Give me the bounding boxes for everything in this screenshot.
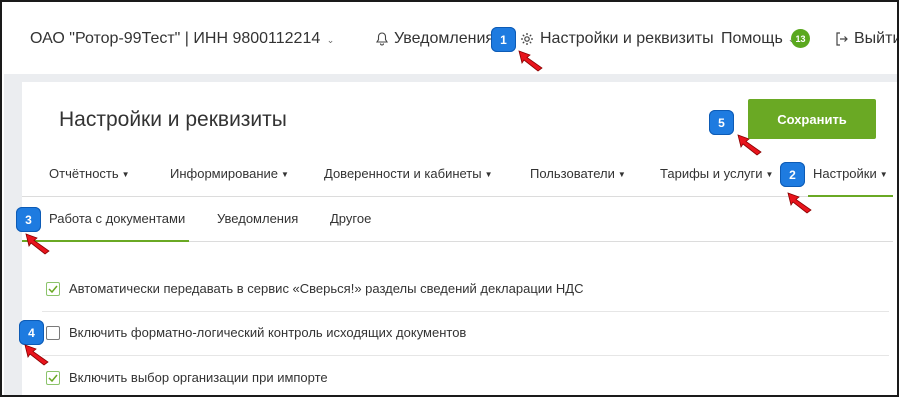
subtab-other[interactable]: Другое bbox=[330, 211, 371, 226]
active-tab-indicator bbox=[808, 195, 893, 197]
organization-label: ОАО "Ротор-99Тест" | ИНН 9800112214 bbox=[30, 30, 321, 47]
annotation-badge-2: 2 bbox=[780, 162, 805, 187]
save-button[interactable]: Сохранить bbox=[748, 99, 876, 139]
arrow-pointer-icon bbox=[787, 192, 812, 214]
chevron-down-icon: ⌄ bbox=[326, 35, 335, 45]
tab-informing[interactable]: Информирование ▼ bbox=[170, 166, 289, 181]
annotation-badge-5: 5 bbox=[709, 110, 734, 135]
tab-settings[interactable]: Настройки ▼ bbox=[813, 166, 888, 181]
tab-reporting[interactable]: Отчётность ▼ bbox=[49, 166, 130, 181]
notifications-menu[interactable]: Уведомления ⌄ bbox=[376, 30, 508, 48]
help-label: Помощь bbox=[721, 30, 783, 47]
arrow-pointer-icon bbox=[25, 233, 50, 255]
option-label: Включить выбор организации при импорте bbox=[69, 370, 328, 385]
subtab-documents[interactable]: Работа с документами bbox=[49, 211, 185, 226]
tab-powers-of-attorney[interactable]: Доверенности и кабинеты ▼ bbox=[324, 166, 493, 181]
window-frame: ОАО "Ротор-99Тест" | ИНН 9800112214 ⌄ Ув… bbox=[0, 0, 899, 397]
settings-link-label: Настройки и реквизиты bbox=[540, 30, 714, 47]
tab-label: Пользователи bbox=[530, 166, 615, 181]
tab-label: Отчётность bbox=[49, 166, 119, 181]
notifications-label: Уведомления bbox=[394, 30, 495, 47]
logout-label: Выйти bbox=[854, 30, 899, 47]
arrow-pointer-icon bbox=[518, 50, 543, 72]
annotation-badge-3: 3 bbox=[16, 207, 41, 232]
logout-button[interactable]: Выйти bbox=[835, 30, 899, 48]
tab-label: Информирование bbox=[170, 166, 278, 181]
checkbox-org-select-import[interactable] bbox=[46, 370, 60, 385]
arrow-pointer-icon bbox=[24, 344, 49, 366]
caret-down-icon: ▼ bbox=[879, 170, 888, 179]
tab-users[interactable]: Пользователи ▼ bbox=[530, 166, 626, 181]
logout-icon bbox=[836, 32, 848, 46]
option-format-logic-control: Включить форматно-логический контроль ис… bbox=[46, 325, 466, 340]
option-org-select-import: Включить выбор организации при импорте bbox=[46, 370, 328, 385]
option-label: Включить форматно-логический контроль ис… bbox=[69, 325, 467, 340]
help-menu[interactable]: Помощь ⌄ bbox=[721, 30, 795, 48]
subtab-notifications[interactable]: Уведомления bbox=[217, 211, 298, 226]
arrow-pointer-icon bbox=[737, 134, 762, 156]
help-count-badge: 13 bbox=[791, 29, 810, 48]
row-divider bbox=[42, 311, 889, 312]
caret-down-icon: ▼ bbox=[484, 170, 493, 179]
tab-label: Настройки bbox=[813, 166, 877, 181]
row-divider bbox=[42, 355, 889, 356]
tab-label: Доверенности и кабинеты bbox=[324, 166, 482, 181]
checkbox-auto-send-vat[interactable] bbox=[46, 281, 60, 296]
check-icon bbox=[48, 374, 58, 382]
main-tabs-divider bbox=[22, 196, 893, 197]
caret-down-icon: ▼ bbox=[765, 170, 774, 179]
annotation-badge-1: 1 bbox=[491, 27, 516, 52]
caret-down-icon: ▼ bbox=[121, 170, 130, 179]
checkbox-format-logic-control[interactable] bbox=[46, 325, 60, 340]
tab-label: Тарифы и услуги bbox=[660, 166, 763, 181]
check-icon bbox=[48, 285, 58, 293]
settings-and-requisites-link[interactable]: Настройки и реквизиты bbox=[520, 30, 714, 48]
caret-down-icon: ▼ bbox=[281, 170, 289, 179]
bell-icon bbox=[376, 32, 388, 46]
option-auto-send-vat: Автоматически передавать в сервис «Сверь… bbox=[46, 281, 584, 296]
gear-icon bbox=[521, 33, 533, 45]
option-label: Автоматически передавать в сервис «Сверь… bbox=[69, 281, 584, 296]
page-title: Настройки и реквизиты bbox=[59, 108, 287, 131]
tab-tariffs[interactable]: Тарифы и услуги ▼ bbox=[660, 166, 773, 181]
caret-down-icon: ▼ bbox=[617, 170, 626, 179]
organization-selector[interactable]: ОАО "Ротор-99Тест" | ИНН 9800112214 ⌄ bbox=[30, 30, 334, 48]
